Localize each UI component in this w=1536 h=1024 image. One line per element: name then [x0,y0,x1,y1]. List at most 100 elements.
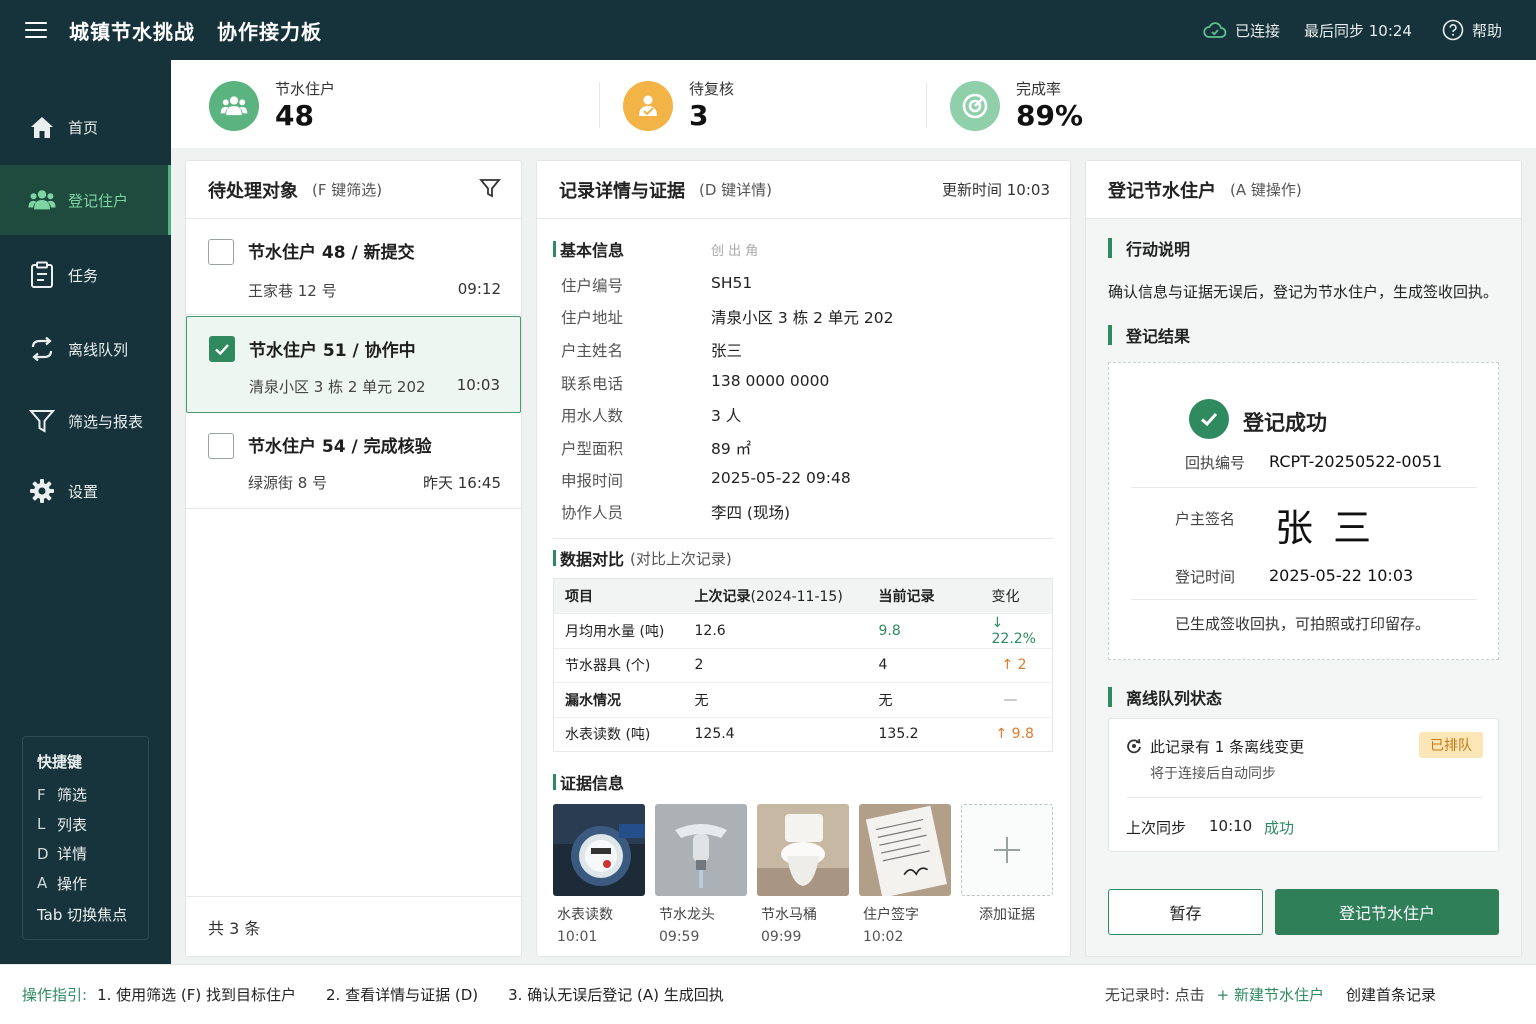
home-icon [28,113,56,141]
toilet-photo[interactable] [757,804,849,896]
cell-item: 月均用水量 (吨) [553,613,684,648]
stat-completion: 完成率 89% [950,78,1083,133]
evidence-item[interactable]: 节水龙头 09:59 [655,804,747,945]
sidebar-item-filter-report[interactable]: 筛选与报表 [0,386,171,456]
divider [599,82,600,128]
item-checkbox[interactable] [208,239,234,265]
cell-change: — [975,682,1053,717]
basic-info-hint: 创 出 角 [711,244,759,259]
field-label: 户型面积 [561,440,624,458]
connection-label: 已连接 [1234,21,1280,40]
register-button[interactable]: 登记节水住户 [1275,889,1499,935]
pending-hint: (F 键筛选) [312,181,383,199]
sidebar-item-offline-queue[interactable]: 离线队列 [0,314,171,384]
last-sync-label: 上次同步 [1126,819,1187,837]
field-value: 清泉小区 3 栋 2 单元 202 [711,309,894,327]
sidebar-item-home[interactable]: 首页 [0,92,171,162]
detail-hint: (D 键详情) [699,181,773,199]
item-checkbox[interactable] [209,336,235,362]
cell-cur: 9.8 [867,613,976,648]
detail-panel: 记录详情与证据 (D 键详情) 更新时间 10:03 基本信息 创 出 角 住户… [536,160,1071,957]
shortcut-key: L [37,815,46,834]
list-item[interactable]: 节水住户 54 / 完成核验 绿源街 8 号 昨天 16:45 [186,413,521,509]
item-time: 09:12 [457,280,501,298]
pending-header: 待处理对象 (F 键筛选) [186,161,521,219]
cell-change: ↓ 22.2% [975,613,1053,648]
signature-photo[interactable] [859,804,951,896]
save-draft-button[interactable]: 暂存 [1108,889,1263,935]
sidebar-item-register[interactable]: 登记住户 [0,165,171,235]
faucet-photo[interactable] [655,804,747,896]
stat-label: 完成率 [1016,80,1062,98]
shortcut-key: D [37,844,49,863]
list-item-selected[interactable]: 节水住户 51 / 协作中 清泉小区 3 栋 2 单元 202 10:03 [186,316,521,413]
evidence-item[interactable]: 住户签字 10:02 [859,804,951,945]
plus-icon[interactable] [961,804,1053,896]
queued-badge: 已排队 [1419,732,1483,758]
item-checkbox[interactable] [208,433,234,459]
item-time: 10:03 [456,376,500,394]
field-value: SH51 [711,274,753,292]
offline-change-icon [1127,738,1141,754]
section-title: 行动说明 [1126,240,1191,259]
cell-cur: 4 [867,647,976,683]
evidence-item[interactable]: 水表读数 10:01 [553,804,645,945]
col-prev-date: (2024-11-15) [750,589,843,605]
guide-step-3: 3. 确认无误后登记 (A) 生成回执 [508,986,724,1004]
evidence-time: 10:01 [557,929,598,945]
stat-value: 89% [1016,99,1084,132]
sidebar-item-label: 设置 [68,482,99,501]
basic-info-heading: 基本信息 [553,237,624,261]
review-icon [623,80,673,131]
field-value: 李四 (现场) [711,504,791,522]
table-row: 水表读数 (吨) 125.4 135.2 ↑ 9.8 [553,716,1053,752]
success-check-icon [1189,399,1229,439]
last-sync-status: 成功 [1264,819,1295,837]
sidebar-item-settings[interactable]: 设置 [0,456,171,526]
section-title: 登记结果 [1126,327,1191,346]
updated-time: 更新时间 10:03 [942,181,1050,199]
cell-change: ↑ 9.8 [975,716,1053,752]
sync-icon [28,335,56,363]
connection-status: 已连接 [1203,20,1280,41]
evidence-name: 节水马桶 [761,907,817,923]
field-label: 申报时间 [561,472,624,490]
queue-heading: 离线队列状态 [1108,685,1222,709]
item-address: 绿源街 8 号 [248,474,328,492]
item-time: 昨天 16:45 [423,474,501,492]
shortcut-row: F 筛选 [37,780,134,810]
empty-hint-tail: 创建首条记录 [1345,986,1436,1004]
field-label: 协作人员 [561,504,624,522]
section-title: 基本信息 [560,241,625,260]
register-panel: 登记节水住户 (A 键操作) 行动说明 确认信息与证据无误后，登记为节水住户，生… [1085,160,1522,957]
help-button[interactable]: 帮助 [1442,19,1502,41]
new-household-link[interactable]: + 新建节水住户 [1217,984,1324,1005]
field-label: 联系电话 [561,375,624,393]
guide-step-2: 2. 查看详情与证据 (D) [326,986,479,1004]
app-title: 城镇节水挑战 [69,19,195,44]
sidebar-item-label: 筛选与报表 [68,412,144,431]
evidence-name: 节水龙头 [659,907,715,923]
evidence-time: 09:99 [761,929,802,945]
shortcut-label: 操作 [57,874,88,893]
pending-panel: 待处理对象 (F 键筛选) 节水住户 48 / 新提交 王家巷 12 号 09:… [185,160,522,957]
evidence-time: 09:59 [659,929,700,945]
cell-prev: 无 [683,682,868,717]
cell-prev: 12.6 [683,613,868,648]
menu-icon[interactable] [25,22,47,38]
evidence-item[interactable]: 节水马桶 09:99 [757,804,849,945]
water-meter-photo[interactable] [553,804,645,896]
field-value: 138 0000 0000 [711,372,830,390]
stat-label: 待复核 [689,80,735,98]
households-icon [209,80,259,131]
result-heading: 登记结果 [1108,323,1190,347]
list-item[interactable]: 节水住户 48 / 新提交 王家巷 12 号 09:12 [186,219,521,315]
col-prev: 上次记录(2024-11-15) [683,578,868,614]
add-evidence-button[interactable]: 添加证据 [961,804,1053,924]
filter-icon [28,407,56,435]
sidebar-item-tasks[interactable]: 任务 [0,240,171,310]
cell-cur: 135.2 [867,716,976,752]
filter-icon[interactable] [479,177,501,203]
cell-prev: 2 [683,647,868,683]
shortcut-row: A 操作 [37,869,134,899]
